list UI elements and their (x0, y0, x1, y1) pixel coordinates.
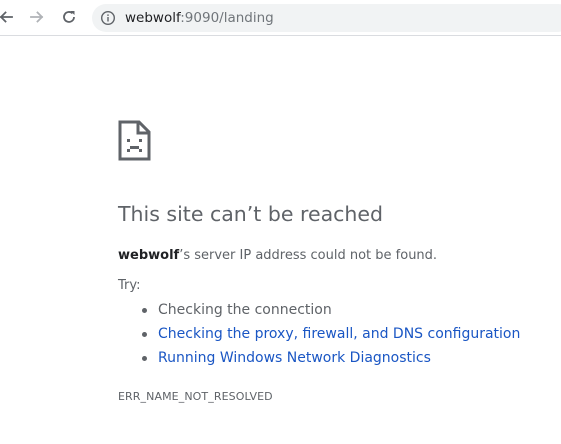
error-code: ERR_NAME_NOT_RESOLVED (118, 390, 273, 403)
url-text[interactable]: webwolf:9090/landing (125, 10, 274, 26)
address-bar[interactable]: webwolf:9090/landing (92, 4, 561, 32)
bullet (142, 332, 147, 337)
suggestions-list: Checking the connection Checking the pro… (138, 301, 520, 373)
error-heading: This site can’t be reached (118, 202, 384, 226)
error-description: webwolf’s server IP address could not be… (118, 248, 437, 263)
suggestion-network-diagnostics[interactable]: Running Windows Network Diagnostics (138, 349, 520, 373)
bullet (142, 308, 147, 313)
error-host: webwolf (118, 248, 180, 263)
arrow-left-icon (0, 11, 13, 23)
url-host: webwolf (125, 10, 181, 26)
error-description-text: ’s server IP address could not be found. (179, 248, 438, 263)
network-diagnostics-link[interactable]: Running Windows Network Diagnostics (158, 350, 431, 366)
info-icon[interactable] (100, 10, 116, 26)
suggestion-check-proxy[interactable]: Checking the proxy, firewall, and DNS co… (138, 325, 520, 349)
bullet (142, 356, 147, 361)
sad-page-icon (118, 120, 151, 161)
browser-toolbar: webwolf:9090/landing (0, 0, 561, 36)
check-proxy-link[interactable]: Checking the proxy, firewall, and DNS co… (158, 326, 520, 342)
arrow-right-icon (30, 11, 44, 23)
url-path: :9090/landing (180, 10, 274, 26)
reload-button[interactable] (58, 6, 80, 28)
try-label: Try: (118, 278, 141, 293)
suggestion-text: Checking the connection (158, 302, 332, 318)
suggestion-check-connection: Checking the connection (138, 301, 520, 325)
forward-button[interactable] (26, 6, 48, 28)
reload-icon (63, 11, 75, 23)
back-button[interactable] (0, 6, 17, 28)
